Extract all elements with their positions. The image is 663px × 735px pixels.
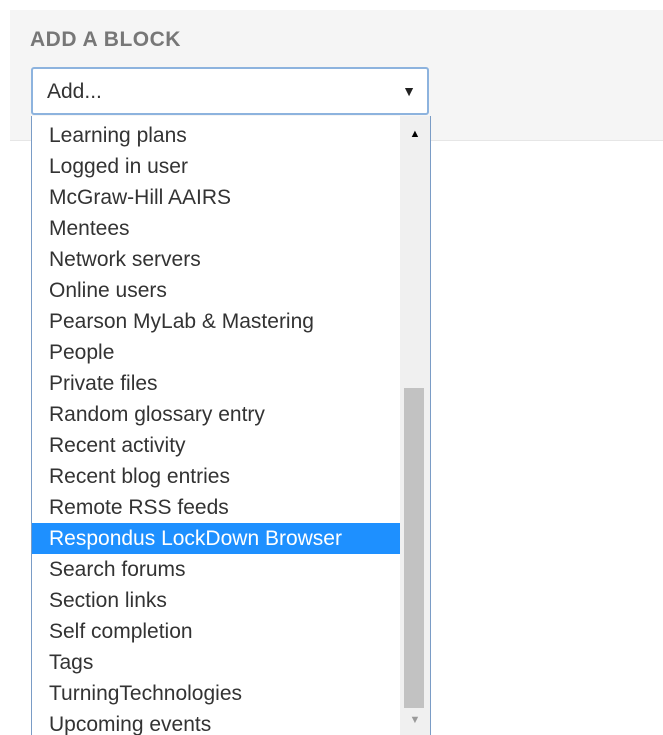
options-list: Learning plans Logged in user McGraw-Hill … (32, 120, 402, 735)
dropdown-option[interactable]: Self completion (32, 616, 402, 647)
scroll-down-arrow-icon[interactable]: ▼ (400, 710, 430, 730)
dropdown-option[interactable]: McGraw-Hill AAIRS (32, 182, 402, 213)
dropdown-option[interactable]: Search forums (32, 554, 402, 585)
dropdown-option[interactable]: TurningTechnologies (32, 678, 402, 709)
dropdown-option[interactable]: Logged in user (32, 151, 402, 182)
dropdown-option[interactable]: Tags (32, 647, 402, 678)
dropdown-option[interactable]: Recent activity (32, 430, 402, 461)
dropdown-option[interactable]: Recent blog entries (32, 461, 402, 492)
dropdown-option[interactable]: Mentees (32, 213, 402, 244)
dropdown-option[interactable]: Section links (32, 585, 402, 616)
dropdown-option[interactable]: Remote RSS feeds (32, 492, 402, 523)
scrollbar-thumb[interactable] (404, 388, 424, 708)
dropdown-option[interactable]: Learning plans (32, 120, 402, 151)
panel-title: ADD A BLOCK (30, 28, 181, 51)
add-block-select[interactable]: Add... ▼ (31, 67, 429, 115)
scroll-up-arrow-icon[interactable]: ▲ (400, 124, 430, 144)
dropdown-option[interactable]: Online users (32, 275, 402, 306)
dropdown-option[interactable]: Random glossary entry (32, 399, 402, 430)
dropdown-option[interactable]: Respondus LockDown Browser (32, 523, 402, 554)
dropdown-option[interactable]: Upcoming events (32, 709, 402, 735)
dropdown-option[interactable]: People (32, 337, 402, 368)
dropdown-option[interactable]: Private files (32, 368, 402, 399)
block-dropdown-list[interactable]: Learning plans Logged in user McGraw-Hill … (31, 116, 431, 735)
dropdown-caret-icon: ▼ (402, 83, 416, 99)
dropdown-option[interactable]: Pearson MyLab & Mastering (32, 306, 402, 337)
select-value: Add... (47, 80, 102, 103)
scrollbar[interactable]: ▲ ▼ (400, 116, 430, 735)
dropdown-option[interactable]: Network servers (32, 244, 402, 275)
